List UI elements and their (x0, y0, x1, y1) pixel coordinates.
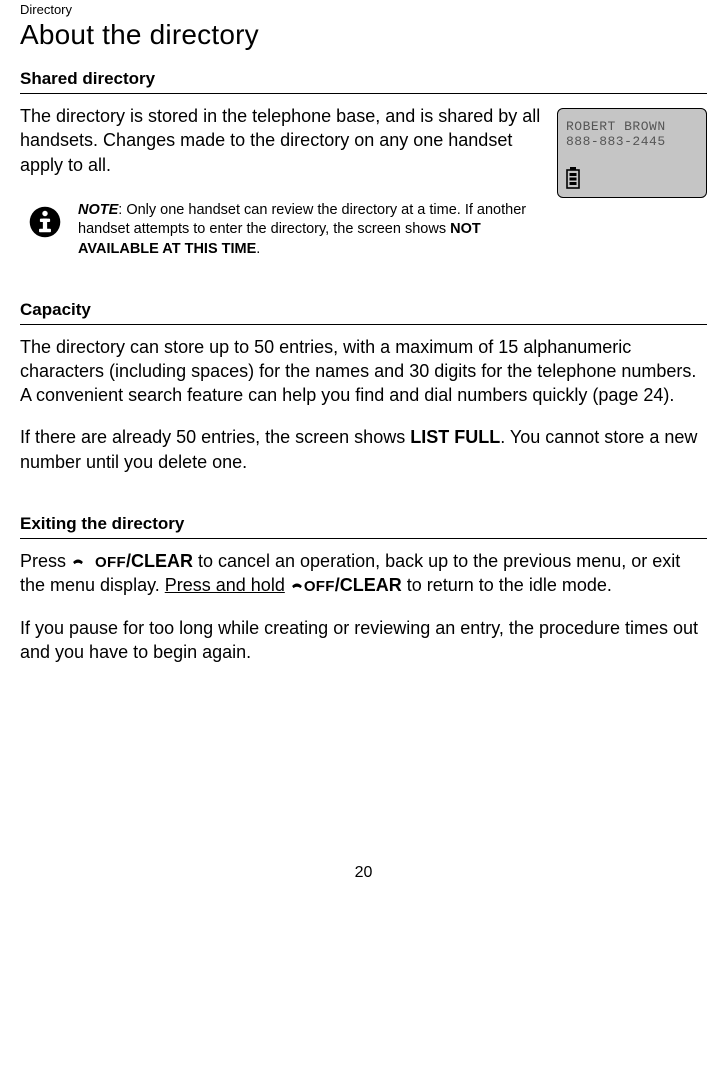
section-shared-heading: Shared directory (20, 69, 707, 89)
exit-p1-end: to return to the idle mode. (402, 575, 612, 595)
note-label: NOTE (78, 202, 118, 218)
exit-para-2: If you pause for too long while creating… (20, 616, 707, 665)
phone-hangup-icon (71, 551, 85, 565)
press-and-hold: Press and hold (165, 575, 285, 595)
phone-hangup-icon (290, 575, 304, 589)
press-word: Press (20, 551, 71, 571)
note-body-2: . (256, 241, 260, 257)
capacity-para-1: The directory can store up to 50 entries… (20, 335, 707, 408)
capacity-para-2: If there are already 50 entries, the scr… (20, 425, 707, 474)
note-text: NOTE: Only one handset can review the di… (78, 201, 543, 260)
rule (20, 93, 707, 94)
rule (20, 324, 707, 325)
shared-intro: The directory is stored in the telephone… (20, 104, 543, 177)
capacity-list-full: LIST FULL (410, 427, 500, 447)
key-off-clear-2: OFF/CLEAR (304, 575, 402, 595)
lcd-line-2: 888-883-2445 (566, 134, 698, 149)
info-icon (28, 205, 62, 239)
lcd-screen: ROBERT BROWN 888-883-2445 (557, 108, 707, 198)
section-exit-heading: Exiting the directory (20, 514, 707, 534)
rule (20, 538, 707, 539)
battery-icon (566, 167, 698, 189)
exit-para-1: Press OFF/CLEAR to cancel an operation, … (20, 549, 707, 598)
breadcrumb: Directory (20, 2, 707, 17)
note-block: NOTE: Only one handset can review the di… (28, 201, 543, 260)
page-number: 20 (20, 864, 707, 882)
key-off-clear-1: OFF/CLEAR (90, 551, 198, 571)
page-title: About the directory (20, 19, 707, 51)
capacity-para-2a: If there are already 50 entries, the scr… (20, 427, 410, 447)
lcd-line-1: ROBERT BROWN (566, 119, 698, 134)
section-capacity-heading: Capacity (20, 300, 707, 320)
